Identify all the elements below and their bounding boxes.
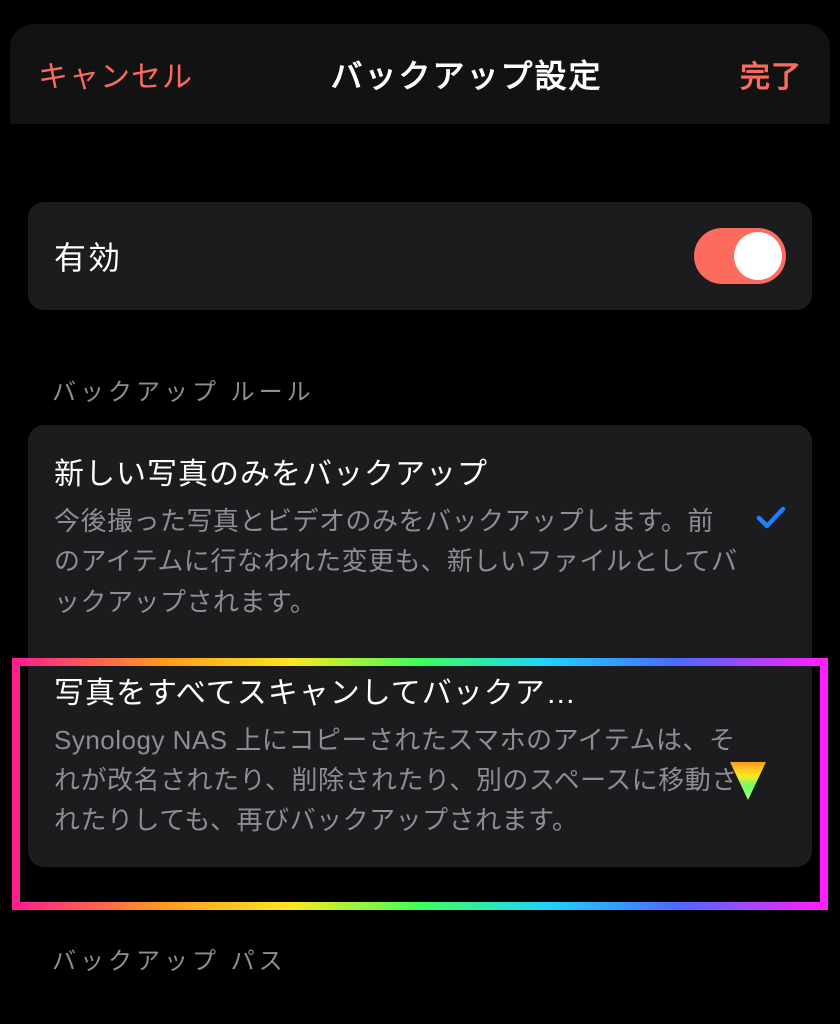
rule-section-heading: バックアップ ルール <box>52 372 812 407</box>
cancel-button[interactable]: キャンセル <box>38 52 193 96</box>
enable-label: 有効 <box>54 233 122 279</box>
check-icon <box>756 505 786 536</box>
modal-title: バックアップ設定 <box>330 51 602 97</box>
path-section-heading: バックアップ パス <box>52 941 812 976</box>
rule-option-list: 新しい写真のみをバックアップ 今後撮った写真とビデオのみをバックアップします。前… <box>28 425 812 867</box>
rule-option-new-only[interactable]: 新しい写真のみをバックアップ 今後撮った写真とビデオのみをバックアップします。前… <box>28 425 812 648</box>
enable-row: 有効 <box>28 202 812 310</box>
modal-header: キャンセル バックアップ設定 完了 <box>10 24 830 124</box>
enable-toggle[interactable] <box>694 228 786 284</box>
rule-option-title: 写真をすべてスキャンしてバックア… <box>54 668 755 712</box>
rule-option-title: 新しい写真のみをバックアップ <box>54 449 738 493</box>
modal-content: 有効 バックアップ ルール 新しい写真のみをバックアップ 今後撮った写真とビデオ… <box>10 124 830 976</box>
rule-option-description: Synology NAS 上にコピーされたスマホのアイテムは、それが改名されたり… <box>54 720 755 841</box>
rule-option-description: 今後撮った写真とビデオのみをバックアップします。前のアイテムに行なわれた変更も、… <box>54 501 738 622</box>
done-button[interactable]: 完了 <box>740 52 802 96</box>
rule-option-scan-all[interactable]: 写真をすべてスキャンしてバックア… Synology NAS 上にコピーされたス… <box>28 648 812 867</box>
